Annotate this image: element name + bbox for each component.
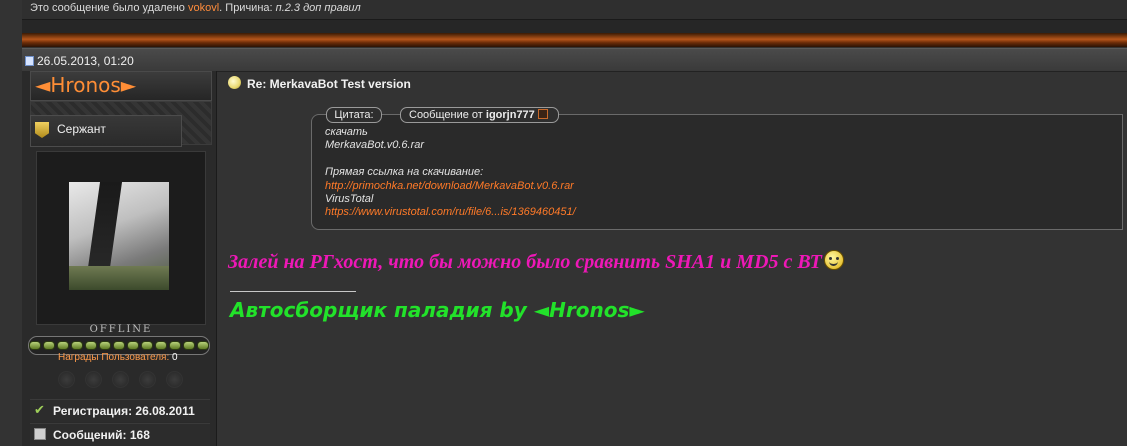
reputation-pip (113, 341, 125, 350)
reputation-pip (141, 341, 153, 350)
rank-chevron-icon (35, 122, 49, 138)
post-author-panel: ◄Hronos► Сержант OFFLINE Награды Пользов… (22, 71, 217, 446)
deleted-by-user-link[interactable]: vokovl (188, 2, 219, 14)
registration-date: Регистрация: 26.08.2011 (53, 404, 195, 418)
post-title: Re: MerkavaBot Test version (247, 77, 411, 91)
awards-count: 0 (172, 352, 178, 363)
smiley-icon (823, 250, 844, 270)
quote-line: MerkavaBot.v0.6.rar (325, 139, 425, 152)
awards-label: Награды Пользователя: (58, 352, 170, 363)
checkmark-icon: ✔ (34, 402, 45, 417)
posts-count: Сообщений: 168 (53, 428, 150, 442)
reputation-pip (99, 341, 111, 350)
posts-count-row: Сообщений: 168 (30, 423, 210, 446)
post-message-text: Залей на РГхост, что бы можно было сравн… (228, 251, 822, 273)
user-awards: Награды Пользователя: 0 (58, 352, 178, 363)
reputation-pip (71, 341, 83, 350)
online-status: OFFLINE (89, 324, 153, 335)
deleted-post-notice: Это сообщение было удалено vokovl. Причи… (22, 0, 1127, 19)
award-slot (58, 371, 75, 388)
rank-title: Сержант (57, 122, 106, 136)
post-separator (22, 19, 1127, 34)
download-link[interactable]: http://primochka.net/download/MerkavaBot… (325, 180, 1105, 193)
reputation-pip (85, 341, 97, 350)
avatar-frame (36, 151, 206, 325)
reputation-pip (57, 341, 69, 350)
quote-line (325, 153, 1105, 166)
post-header-decoration (22, 33, 1127, 47)
reputation-pip (155, 341, 167, 350)
registration-row: ✔ Регистрация: 26.08.2011 (30, 399, 210, 422)
reputation-pip (127, 341, 139, 350)
reputation-pip (43, 341, 55, 350)
deleted-notice-prefix: Это сообщение было удалено (30, 2, 188, 14)
award-slot (85, 371, 102, 388)
signature-separator (230, 291, 356, 292)
signature: Автосборщик паладия by ◄Hronos► (230, 298, 645, 322)
quote-source: Сообщение от igorjn777 (400, 107, 559, 123)
username-plate: ◄Hronos► (30, 71, 212, 101)
reputation-pip (169, 341, 181, 350)
quote-cite-label: Цитата: (326, 107, 382, 123)
lightbulb-icon (228, 76, 241, 89)
avatar-ground (69, 266, 169, 290)
post-page-icon (25, 56, 34, 66)
award-slot (166, 371, 183, 388)
deletion-reason: п.2.3 доп правил (275, 2, 361, 14)
reputation-pip (183, 341, 195, 350)
author-username-link[interactable]: ◄Hronos► (35, 73, 136, 97)
reason-label: . Причина: (219, 2, 276, 14)
award-slots (58, 371, 198, 388)
deleted-notice-text: Это сообщение было удалено vokovl. Причи… (30, 1, 361, 16)
quote-line: скачать (325, 126, 368, 138)
post-date: 26.05.2013, 01:20 (37, 54, 134, 68)
award-slot (112, 371, 129, 388)
document-icon (34, 428, 46, 440)
reputation-pip (29, 341, 41, 350)
award-slot (139, 371, 156, 388)
virustotal-link[interactable]: https://www.virustotal.com/ru/file/6...i… (325, 206, 1105, 219)
quote-author: igorjn777 (485, 109, 535, 121)
reputation-pip (197, 341, 209, 350)
quote-line: Прямая ссылка на скачивание: (325, 166, 484, 179)
author-rank: Сержант (30, 115, 182, 147)
post-date-bar: 26.05.2013, 01:20 (22, 48, 1127, 72)
avatar[interactable] (69, 182, 169, 290)
post-message: Залей на РГхост, что бы можно было сравн… (228, 250, 844, 274)
quote-line: VirusTotal (325, 192, 374, 205)
view-post-icon[interactable] (537, 109, 548, 119)
quote-body: скачать MerkavaBot.v0.6.rar Прямая ссылк… (325, 126, 1105, 220)
quote-from-label: Сообщение от (409, 109, 486, 121)
